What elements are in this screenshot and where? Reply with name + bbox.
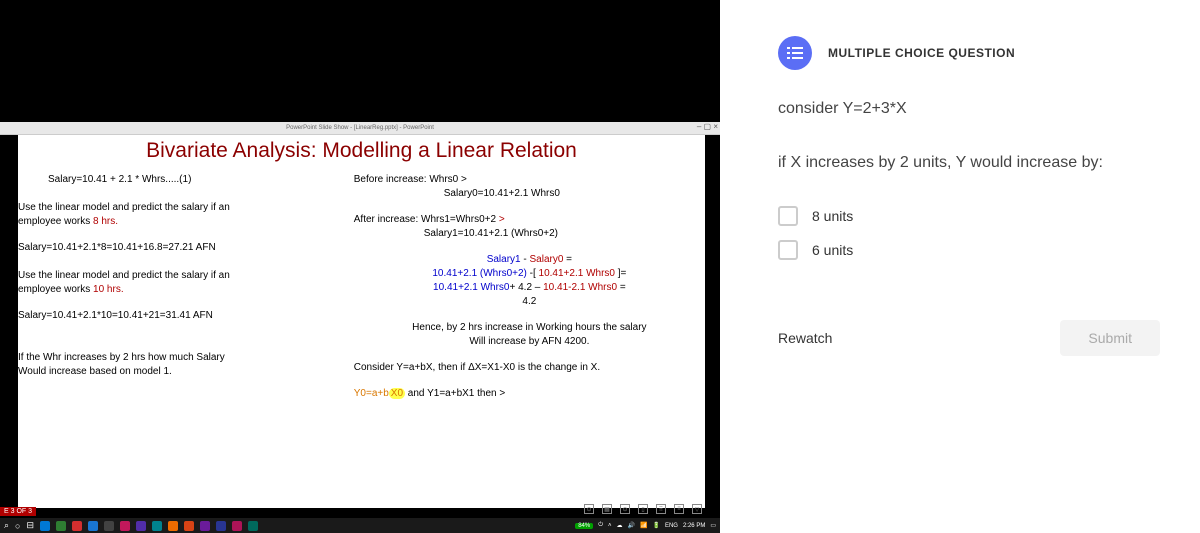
slide-marker: E 3 OF 3 xyxy=(0,507,36,516)
tray-chevron-icon: ˄ xyxy=(608,523,612,529)
question-actions: Rewatch Submit xyxy=(778,320,1160,356)
powerpoint-icon xyxy=(184,521,194,531)
app-icon xyxy=(200,521,210,531)
tray-icon: 🔋 xyxy=(652,522,659,529)
question-stem-2: if X increases by 2 units, Y would incre… xyxy=(778,154,1160,172)
submit-button[interactable]: Submit xyxy=(1060,320,1160,356)
app-icon xyxy=(136,521,146,531)
ppt-icon: ≡ xyxy=(674,504,684,514)
app-icon xyxy=(88,521,98,531)
predict-8hrs: Use the linear model and predict the sal… xyxy=(18,201,338,229)
app-icon xyxy=(152,521,162,531)
after-increase: After increase: Whrs1=Whrs0+2 > Salary1=… xyxy=(354,213,705,241)
question-header: MULTIPLE CHOICE QUESTION xyxy=(778,36,1160,70)
window-controls: – ▢ × xyxy=(697,122,718,131)
ppt-icon: ⠿ xyxy=(656,504,666,514)
edge-icon xyxy=(40,521,50,531)
slide-content: Bivariate Analysis: Modelling a Linear R… xyxy=(18,135,705,508)
answer-choices: 8 units 6 units xyxy=(778,206,1160,260)
tray-lang: ENG xyxy=(665,523,678,529)
question-stem-1: consider Y=2+3*X xyxy=(778,100,1160,118)
consider-y: Consider Y=a+bX, then if ΔX=X1-X0 is the… xyxy=(354,361,705,375)
choice-6-units[interactable]: 6 units xyxy=(778,240,1160,260)
app-icon xyxy=(232,521,242,531)
tray-time: 2:26 PM xyxy=(683,523,705,529)
y0-y1: Y0=a+bX0 and Y1=a+bX1 then > xyxy=(354,387,705,401)
ppt-icon: ▦ xyxy=(602,504,612,514)
ppt-icon: ⊙ xyxy=(584,504,594,514)
tray-icon: ☁ xyxy=(617,522,623,529)
choice-8-units[interactable]: 8 units xyxy=(778,206,1160,226)
ppt-icon: ⊙ xyxy=(620,504,630,514)
notification-icon: ▭ xyxy=(710,522,716,529)
hence-text: Hence, by 2 hrs increase in Working hour… xyxy=(354,321,705,349)
equation-2: Salary=10.41+2.1*8=10.41+16.8=27.21 AFN xyxy=(18,241,338,255)
windows-taskbar: ⌕ ○ ⊟ 84% ⏻ ˄ ☁ 🔊 📶 🔋 ENG 2:26 PM ▭ xyxy=(0,518,720,533)
slide-left-column: Salary=10.41 + 2.1 * Whrs.....(1) Use th… xyxy=(18,173,348,413)
before-increase: Before increase: Whrs0 > Salary0=10.41+2… xyxy=(354,173,705,201)
equation-3: Salary=10.41+2.1*10=10.41+21=31.41 AFN xyxy=(18,309,338,323)
tray-wifi-icon: 📶 xyxy=(640,522,647,529)
equation-1: Salary=10.41 + 2.1 * Whrs.....(1) xyxy=(18,173,338,187)
app-icon xyxy=(216,521,226,531)
battery-badge: 84% xyxy=(575,523,593,529)
choice-label: 6 units xyxy=(812,242,853,258)
tray-icon: 🔊 xyxy=(628,522,635,529)
question-type-label: MULTIPLE CHOICE QUESTION xyxy=(828,46,1015,60)
taskview-icon: ⊟ xyxy=(26,520,34,531)
tray-icon: ⏻ xyxy=(598,522,603,529)
choice-label: 8 units xyxy=(812,208,853,224)
list-icon xyxy=(778,36,812,70)
salary-diff: Salary1 - Salary0 = 10.41+2.1 (Whrs0+2) … xyxy=(354,253,705,309)
checkbox-icon[interactable] xyxy=(778,240,798,260)
rewatch-button[interactable]: Rewatch xyxy=(778,330,832,346)
ppt-title-text: PowerPoint Slide Show - [LinearReg.pptx]… xyxy=(286,125,434,131)
slide-body: Salary=10.41 + 2.1 * Whrs.....(1) Use th… xyxy=(18,173,705,413)
increase-question: If the Whr increases by 2 hrs how much S… xyxy=(18,351,338,379)
slide-right-column: Before increase: Whrs0 > Salary0=10.41+2… xyxy=(348,173,705,413)
app-icon xyxy=(56,521,66,531)
video-slide-panel: PowerPoint Slide Show - [LinearReg.pptx]… xyxy=(0,0,720,533)
slide-title: Bivariate Analysis: Modelling a Linear R… xyxy=(18,135,705,173)
app-icon xyxy=(248,521,258,531)
search-icon: ⌕ xyxy=(4,520,9,531)
taskbar-tray: 84% ⏻ ˄ ☁ 🔊 📶 🔋 ENG 2:26 PM ▭ xyxy=(575,522,716,529)
ppt-icon: ▯ xyxy=(638,504,648,514)
app-icon xyxy=(168,521,178,531)
question-panel: MULTIPLE CHOICE QUESTION consider Y=2+3*… xyxy=(720,0,1200,533)
cortana-icon: ○ xyxy=(15,521,20,531)
app-icon xyxy=(72,521,82,531)
ppt-view-icons: ⊙ ▦ ⊙ ▯ ⠿ ≡ ▽ xyxy=(584,504,702,514)
ppt-icon: ▽ xyxy=(692,504,702,514)
app-icon xyxy=(104,521,114,531)
checkbox-icon[interactable] xyxy=(778,206,798,226)
app-icon xyxy=(120,521,130,531)
predict-10hrs: Use the linear model and predict the sal… xyxy=(18,269,338,297)
powerpoint-titlebar: PowerPoint Slide Show - [LinearReg.pptx]… xyxy=(0,122,720,135)
